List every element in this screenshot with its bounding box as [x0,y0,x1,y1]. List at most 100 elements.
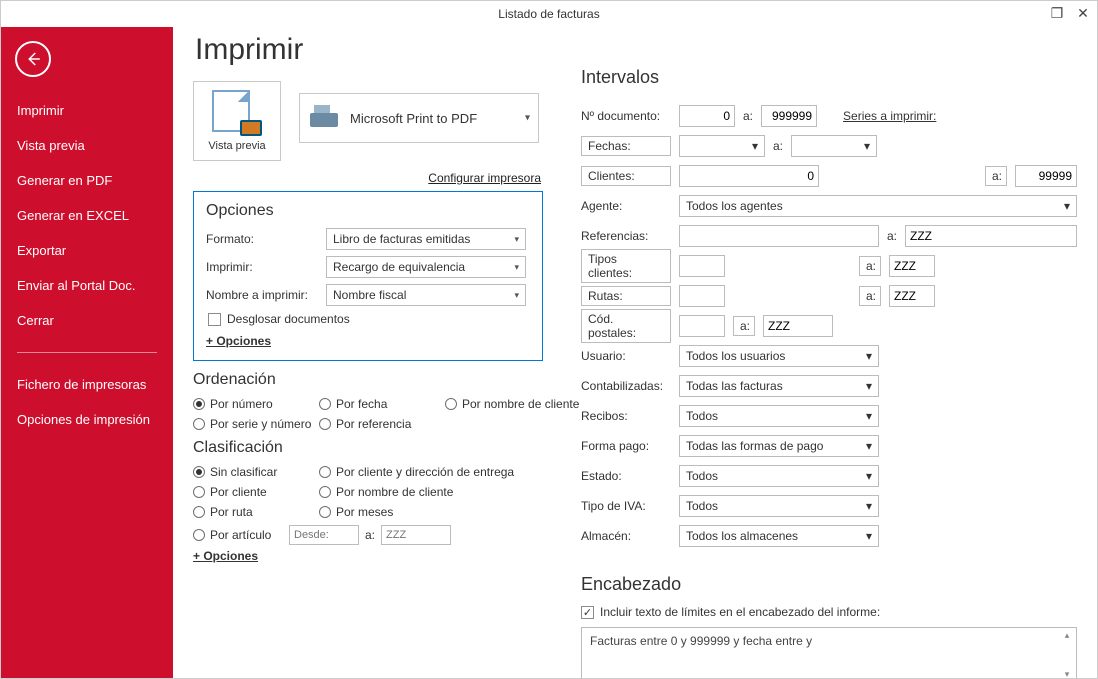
sidebar-item-opciones-impresion[interactable]: Opciones de impresión [1,402,173,437]
radio-por-cliente-direccion[interactable]: Por cliente y dirección de entrega [319,465,539,479]
estado-select[interactable]: Todos▾ [679,465,879,487]
almacen-label: Almacén: [581,529,671,543]
usuario-select[interactable]: Todos los usuarios▾ [679,345,879,367]
window-restore-icon[interactable]: ❐ [1047,3,1067,23]
chevron-down-icon: ▾ [525,113,530,124]
sidebar-item-fichero-impresoras[interactable]: Fichero de impresoras [1,367,173,402]
rutas-from-input[interactable] [679,285,725,307]
formapago-select[interactable]: Todas las formas de pago▾ [679,435,879,457]
window-title: Listado de facturas [498,7,599,21]
desglosar-checkbox[interactable]: Desglosar documentos [208,312,530,326]
clasificacion-more-link[interactable]: + Opciones [193,549,258,563]
printer-icon [310,105,340,131]
radio-por-serie-numero[interactable]: Por serie y número [193,417,313,431]
clientes-to-input[interactable] [1015,165,1077,187]
sidebar-item-generar-excel[interactable]: Generar en EXCEL [1,198,173,233]
cp-to-input[interactable] [763,315,833,337]
radio-por-cliente[interactable]: Por cliente [193,485,313,499]
opciones-title: Opciones [206,202,530,220]
radio-por-numero[interactable]: Por número [193,397,313,411]
fecha-hasta-select[interactable]: ▾ [791,135,877,157]
rutas-a-button[interactable]: a: [859,286,881,306]
formapago-label: Forma pago: [581,439,671,453]
cp-a-button[interactable]: a: [733,316,755,336]
nombre-select[interactable]: Nombre fiscal▾ [326,284,526,306]
scrollbar[interactable]: ▴▾ [1060,630,1074,678]
rutas-button[interactable]: Rutas: [581,286,671,306]
contabilizadas-label: Contabilizadas: [581,379,671,393]
radio-por-nombre-cliente-clas[interactable]: Por nombre de cliente [319,485,453,499]
chevron-down-icon: ▾ [514,234,519,245]
preview-label: Vista previa [204,140,270,152]
page-title: Imprimir [195,33,553,67]
chevron-down-icon: ▾ [1065,669,1070,678]
radio-por-meses[interactable]: Por meses [319,505,439,519]
nombre-label: Nombre a imprimir: [206,288,316,302]
window-close-icon[interactable]: ✕ [1073,3,1093,23]
ref-to-input[interactable] [905,225,1077,247]
printer-name: Microsoft Print to PDF [350,111,477,126]
preview-button[interactable]: Vista previa [193,81,281,161]
encabezado-title: Encabezado [581,574,1077,595]
chevron-up-icon: ▴ [1065,630,1070,641]
ordenacion-title: Ordenación [193,371,553,389]
radio-sin-clasificar[interactable]: Sin clasificar [193,465,313,479]
codpostales-button[interactable]: Cód. postales: [581,309,671,343]
radio-por-fecha[interactable]: Por fecha [319,397,439,411]
sidebar-item-imprimir[interactable]: Imprimir [1,93,173,128]
sidebar-item-exportar[interactable]: Exportar [1,233,173,268]
tipo-iva-label: Tipo de IVA: [581,499,671,513]
sidebar-item-enviar-portal[interactable]: Enviar al Portal Doc. [1,268,173,303]
arrow-left-icon [24,50,42,68]
ndoc-label: Nº documento: [581,109,671,123]
rutas-to-input[interactable] [889,285,935,307]
sidebar-item-vista-previa[interactable]: Vista previa [1,128,173,163]
estado-label: Estado: [581,469,671,483]
tipos-a-button[interactable]: a: [859,256,881,276]
fechas-button[interactable]: Fechas: [581,136,671,156]
sidebar-divider [17,352,157,353]
chevron-down-icon: ▾ [514,262,519,273]
articulo-desde-input[interactable] [289,525,359,545]
clientes-button[interactable]: Clientes: [581,166,671,186]
chevron-down-icon: ▾ [514,290,519,301]
recibos-select[interactable]: Todos▾ [679,405,879,427]
back-button[interactable] [15,41,51,77]
printer-select[interactable]: Microsoft Print to PDF ▾ [299,93,539,143]
agente-select[interactable]: Todos los agentes▾ [679,195,1077,217]
usuario-label: Usuario: [581,349,671,363]
imprimir-label: Imprimir: [206,260,316,274]
incluir-limites-checkbox[interactable]: ✓Incluir texto de límites en el encabeza… [581,605,1077,619]
almacen-select[interactable]: Todos los almacenes▾ [679,525,879,547]
sidebar-item-generar-pdf[interactable]: Generar en PDF [1,163,173,198]
contabilizadas-select[interactable]: Todas las facturas▾ [679,375,879,397]
opciones-more-link[interactable]: + Opciones [206,334,271,348]
series-a-imprimir-link[interactable]: Series a imprimir: [843,109,936,123]
clientes-a-button[interactable]: a: [985,166,1007,186]
ndoc-to-input[interactable] [761,105,817,127]
tipo-iva-select[interactable]: Todos▾ [679,495,879,517]
imprimir-select[interactable]: Recargo de equivalencia▾ [326,256,526,278]
ref-from-input[interactable] [679,225,879,247]
clasificacion-title: Clasificación [193,439,553,457]
document-preview-icon [212,90,262,136]
radio-por-articulo[interactable]: Por artículo [193,528,283,542]
formato-select[interactable]: Libro de facturas emitidas▾ [326,228,526,250]
fecha-desde-select[interactable]: ▾ [679,135,765,157]
radio-por-referencia[interactable]: Por referencia [319,417,439,431]
cp-from-input[interactable] [679,315,725,337]
ndoc-from-input[interactable] [679,105,735,127]
radio-por-ruta[interactable]: Por ruta [193,505,313,519]
formato-label: Formato: [206,232,316,246]
tipos-from-input[interactable] [679,255,725,277]
configure-printer-link[interactable]: Configurar impresora [193,171,541,185]
intervalos-title: Intervalos [581,67,1077,88]
clientes-from-input[interactable] [679,165,819,187]
agente-label: Agente: [581,199,671,213]
encabezado-textarea[interactable]: Facturas entre 0 y 999999 y fecha entre … [581,627,1077,678]
tipos-to-input[interactable] [889,255,935,277]
tipos-clientes-button[interactable]: Tipos clientes: [581,249,671,283]
opciones-group: Opciones Formato: Libro de facturas emit… [193,191,543,361]
articulo-hasta-input[interactable] [381,525,451,545]
sidebar-item-cerrar[interactable]: Cerrar [1,303,173,338]
